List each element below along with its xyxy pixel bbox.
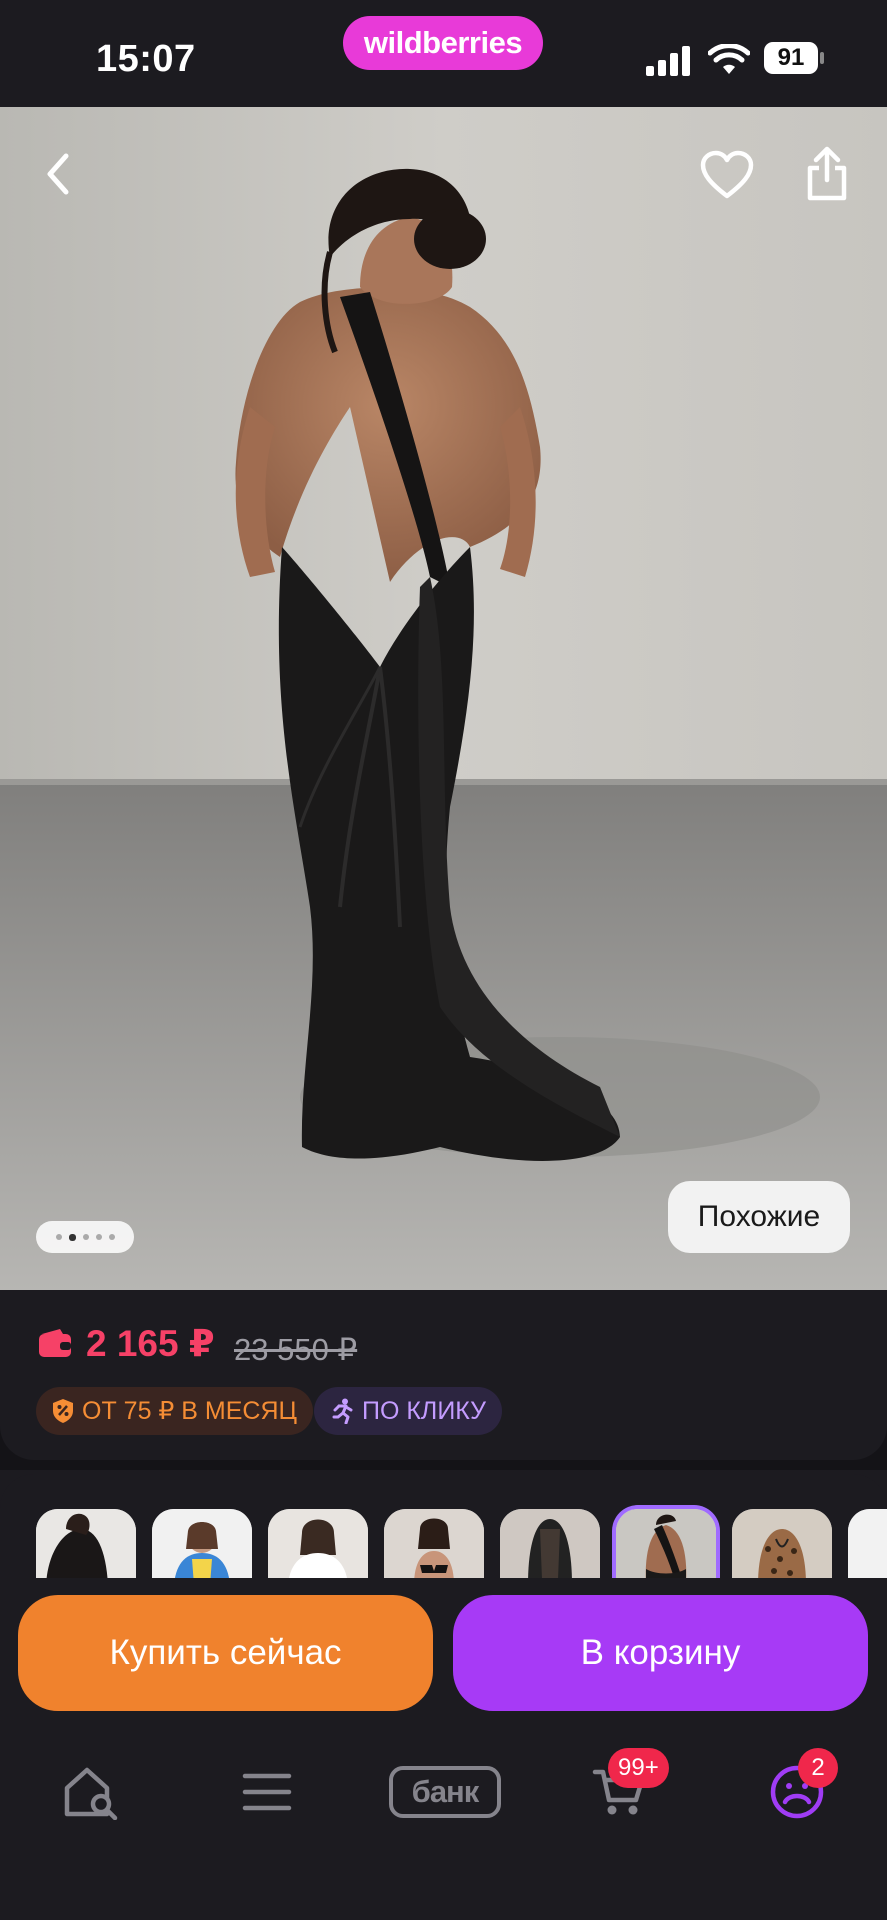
running-person-icon <box>332 1398 353 1424</box>
status-time: 15:07 <box>96 38 196 80</box>
current-price: 2 165 ₽ <box>86 1323 215 1364</box>
buy-now-button[interactable]: Купить сейчас <box>18 1595 433 1711</box>
wallet-icon <box>39 1329 71 1357</box>
nav-home[interactable] <box>46 1752 136 1832</box>
pager-dot <box>82 1234 89 1240</box>
similar-button[interactable]: Похожие <box>668 1181 850 1253</box>
favorite-heart-icon[interactable] <box>700 150 754 200</box>
one-click-label: ПО КЛИКУ <box>362 1396 487 1425</box>
dress-photo-illustration <box>0 107 887 1290</box>
brand-logo: wildberries <box>343 16 543 70</box>
battery-level: 91 <box>764 42 818 74</box>
nav-catalog[interactable] <box>222 1752 312 1832</box>
variant-thumbnail-4[interactable] <box>384 1509 484 1585</box>
add-to-cart-button[interactable]: В корзину <box>453 1595 868 1711</box>
variant-thumbnail-6-selected[interactable] <box>616 1509 716 1585</box>
back-arrow-icon[interactable] <box>40 150 76 198</box>
installment-label: ОТ 75 ₽ В МЕСЯЦ <box>82 1397 297 1425</box>
product-photo[interactable] <box>0 107 887 1290</box>
share-icon[interactable] <box>804 146 850 202</box>
pager-dot <box>55 1234 62 1240</box>
cart-count-badge: 99+ <box>608 1748 669 1788</box>
nav-bank[interactable]: банк <box>380 1752 510 1832</box>
variant-thumbnail-1[interactable] <box>36 1509 136 1585</box>
signal-icon <box>646 46 690 76</box>
pager-dot-active <box>68 1233 76 1241</box>
battery-tip <box>820 52 824 64</box>
variant-thumbnail-8[interactable] <box>848 1509 887 1585</box>
variant-thumbnail-7[interactable] <box>732 1509 832 1585</box>
profile-notification-badge: 2 <box>798 1748 838 1788</box>
pager-dot <box>95 1234 102 1240</box>
gallery-pager[interactable] <box>36 1221 134 1253</box>
wifi-icon <box>708 44 750 74</box>
variant-thumbnail-5[interactable] <box>500 1509 600 1585</box>
installment-badge[interactable]: ОТ 75 ₽ В МЕСЯЦ <box>36 1387 313 1435</box>
bank-label: банк <box>389 1766 501 1818</box>
old-price: 23 550 ₽ <box>234 1332 358 1367</box>
variant-thumbnail-2[interactable] <box>152 1509 252 1585</box>
one-click-badge[interactable]: ПО КЛИКУ <box>314 1387 503 1435</box>
pager-dot <box>108 1234 115 1240</box>
home-search-icon <box>64 1767 118 1820</box>
shield-percent-icon <box>53 1399 73 1423</box>
variant-thumbnail-3[interactable] <box>268 1509 368 1585</box>
menu-icon <box>242 1773 292 1811</box>
